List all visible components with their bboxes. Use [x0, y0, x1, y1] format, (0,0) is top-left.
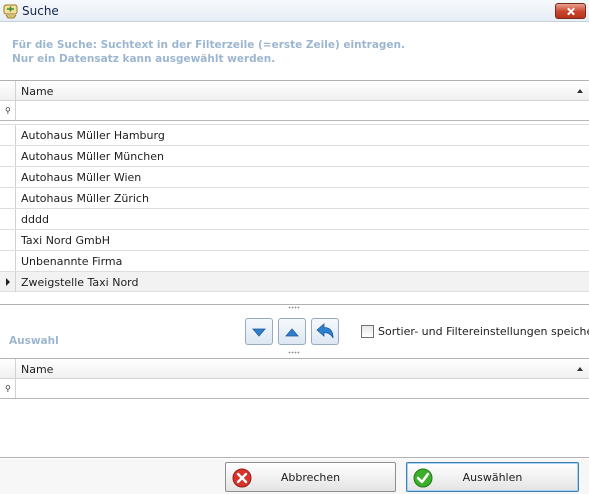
row-indicator	[0, 188, 16, 208]
splitter-grip-icon[interactable]	[288, 351, 300, 354]
row-name: Autohaus Müller Hamburg	[21, 129, 165, 142]
select-button[interactable]: Auswählen	[406, 462, 579, 492]
row-name: Taxi Nord GmbH	[21, 234, 110, 247]
search-filter-input[interactable]	[17, 101, 589, 120]
current-row-arrow-icon	[6, 278, 10, 286]
table-row[interactable]: Autohaus Müller Wien	[0, 166, 589, 187]
row-indicator	[0, 146, 16, 166]
header-indicator-cell	[0, 81, 16, 100]
table-row[interactable]: Autohaus Müller München	[0, 145, 589, 166]
sort-ascending-icon	[577, 367, 583, 371]
column-header-name[interactable]: Name	[0, 81, 589, 101]
result-rows: Autohaus Müller Hamburg Autohaus Müller …	[0, 124, 589, 292]
window-title: Suche	[22, 4, 59, 18]
table-row[interactable]: dddd	[0, 208, 589, 229]
row-name: Autohaus Müller Zürich	[21, 192, 149, 205]
table-row[interactable]: Autohaus Müller Hamburg	[0, 124, 589, 145]
search-app-icon	[3, 4, 18, 19]
selection-filter-input[interactable]	[17, 379, 589, 398]
sort-ascending-icon	[577, 89, 583, 93]
filter-pin-icon: ⚲	[5, 106, 11, 115]
filter-row: ⚲	[0, 101, 589, 121]
filter-indicator-cell: ⚲	[0, 379, 16, 398]
table-row-current[interactable]: Zweigstelle Taxi Nord	[0, 271, 589, 292]
row-indicator	[0, 230, 16, 250]
row-indicator	[0, 209, 16, 229]
table-row[interactable]: Taxi Nord GmbH	[0, 229, 589, 250]
search-results-grid: Name ⚲ Autohaus Müller Hamburg Autohaus …	[0, 80, 589, 305]
table-row[interactable]: Unbenannte Firma	[0, 250, 589, 271]
close-icon[interactable]	[555, 3, 586, 19]
table-row[interactable]: Autohaus Müller Zürich	[0, 187, 589, 208]
arrow-up-icon	[285, 328, 299, 337]
selection-grid: Name ⚲	[0, 358, 589, 458]
row-indicator	[0, 251, 16, 271]
save-settings-checkbox[interactable]: Sortier- und Filtereinstellungen speiche…	[361, 324, 589, 340]
instruction-text: Für die Suche: Suchtext in der Filterzei…	[12, 39, 405, 66]
remove-from-selection-button[interactable]	[278, 318, 306, 345]
select-button-label: Auswählen	[462, 471, 523, 484]
reset-selection-button[interactable]	[311, 318, 339, 345]
row-name: Unbenannte Firma	[21, 255, 123, 268]
filter-indicator-cell: ⚲	[0, 101, 16, 120]
splitter-grip-icon[interactable]	[288, 306, 300, 309]
row-indicator	[0, 272, 16, 292]
row-indicator	[0, 167, 16, 187]
save-settings-label: Sortier- und Filtereinstellungen speiche…	[378, 325, 589, 338]
row-name: Zweigstelle Taxi Nord	[21, 276, 139, 289]
column-title: Name	[21, 85, 54, 98]
selection-column-header-name[interactable]: Name	[0, 359, 589, 379]
undo-arrow-icon	[316, 323, 334, 339]
row-name: Autohaus Müller Wien	[21, 171, 142, 184]
add-to-selection-button[interactable]	[245, 318, 273, 345]
cancel-button[interactable]: Abbrechen	[225, 462, 396, 492]
checkbox-box[interactable]	[361, 325, 374, 338]
column-title: Name	[21, 363, 54, 376]
instruction-line-2: Nur ein Datensatz kann ausgewählt werden…	[12, 52, 276, 65]
arrow-down-icon	[252, 328, 266, 337]
cancel-button-label: Abbrechen	[280, 471, 341, 484]
row-name: dddd	[21, 213, 49, 226]
selection-filter-row: ⚲	[0, 379, 589, 399]
filter-pin-icon: ⚲	[5, 384, 11, 393]
title-bar: Suche	[0, 0, 589, 22]
instruction-line-1: Für die Suche: Suchtext in der Filterzei…	[12, 39, 406, 51]
row-name: Autohaus Müller München	[21, 150, 165, 163]
selection-section-label: Auswahl	[9, 335, 59, 347]
row-indicator	[0, 125, 16, 145]
header-indicator-cell	[0, 359, 16, 378]
